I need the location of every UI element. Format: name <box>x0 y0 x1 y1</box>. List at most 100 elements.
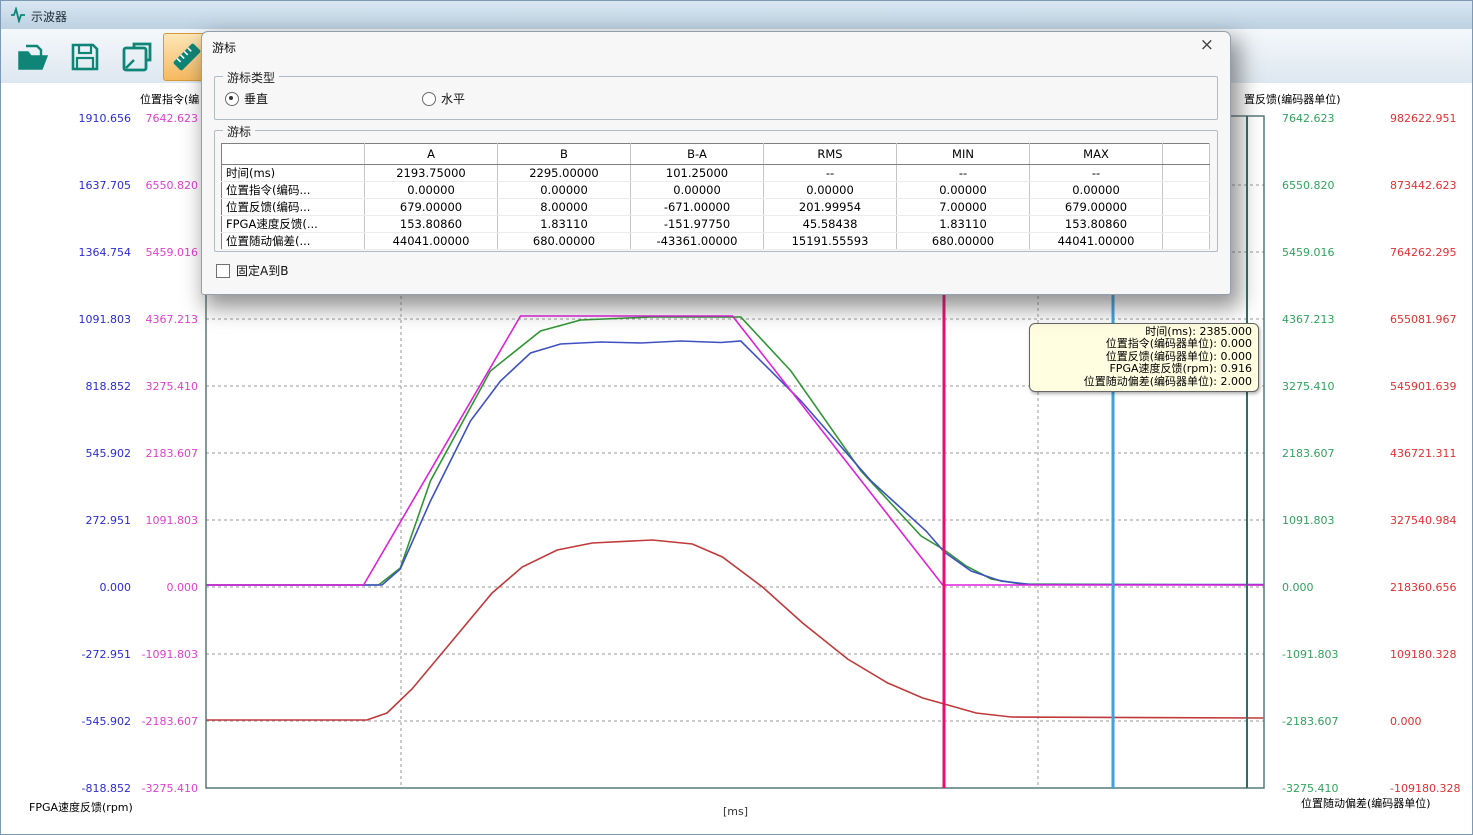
table-row[interactable]: 位置反馈(编码...679.000008.00000-671.00000201.… <box>222 199 1210 216</box>
feedback-tick-label: 2183.607 <box>1282 447 1335 460</box>
speed-tick-label: -272.951 <box>69 648 131 661</box>
app-window: 示波器 <box>0 0 1473 835</box>
cursor-measurement-table[interactable]: ABB-ARMSMINMAX时间(ms)2193.750002295.00000… <box>221 143 1210 250</box>
error-tick-label: 0.000 <box>1390 715 1422 728</box>
table-header: RMS <box>764 144 897 165</box>
row-value: 8.00000 <box>498 199 631 216</box>
row-value: 679.00000 <box>365 199 498 216</box>
error-tick-label: -109180.328 <box>1390 782 1460 795</box>
command-tick-label: 6550.820 <box>136 179 198 192</box>
row-label: 时间(ms) <box>222 165 365 182</box>
speed-tick-label: 1364.754 <box>69 246 131 259</box>
radio-horizontal-label: 水平 <box>441 90 465 107</box>
fb-axis-title: 置反馈(编码器单位) <box>1244 91 1341 107</box>
table-header: B-A <box>631 144 764 165</box>
command-tick-label: -1091.803 <box>136 648 198 661</box>
command-tick-label: 5459.016 <box>136 246 198 259</box>
row-label: 位置指令(编码... <box>222 182 365 199</box>
row-value: 15191.55593 <box>764 233 897 250</box>
speed-tick-label: 0.000 <box>69 581 131 594</box>
close-icon[interactable]: × <box>1200 37 1214 54</box>
command-tick-label: 7642.623 <box>136 112 198 125</box>
table-row[interactable]: 位置随动偏差(...44041.00000680.00000-43361.000… <box>222 233 1210 250</box>
error-tick-label: 655081.967 <box>1390 313 1456 326</box>
row-value: 0.00000 <box>365 182 498 199</box>
row-value: -- <box>764 165 897 182</box>
radio-vertical[interactable]: 垂直 <box>225 90 268 107</box>
command-tick-label: 3275.410 <box>136 380 198 393</box>
row-value <box>1163 182 1210 199</box>
err-axis-title: 位置随动偏差(编码器单位) <box>1301 795 1431 811</box>
row-value: -43361.00000 <box>631 233 764 250</box>
table-header <box>1163 144 1210 165</box>
row-label: 位置反馈(编码... <box>222 199 365 216</box>
row-value: 44041.00000 <box>1030 233 1163 250</box>
row-value: 153.80860 <box>1030 216 1163 233</box>
cursor-type-group-label: 游标类型 <box>223 69 279 86</box>
row-value <box>1163 216 1210 233</box>
tooltip-line: 位置指令(编码器单位): 0.000 <box>1034 338 1252 350</box>
table-header: A <box>365 144 498 165</box>
fix-a-to-b-checkbox[interactable]: 固定A到B <box>216 262 288 279</box>
table-row[interactable]: 时间(ms)2193.750002295.00000101.25000-----… <box>222 165 1210 182</box>
row-value: 2295.00000 <box>498 165 631 182</box>
table-row[interactable]: 位置指令(编码...0.000000.000000.000000.000000.… <box>222 182 1210 199</box>
error-tick-label: 764262.295 <box>1390 246 1456 259</box>
command-tick-label: 4367.213 <box>136 313 198 326</box>
cursor-dialog[interactable]: 游标 × 游标类型 垂直 水平 游标 ABB-ARMSMINMAX时间(ms)2… <box>201 31 1231 295</box>
row-value: 201.99954 <box>764 199 897 216</box>
row-value: 0.00000 <box>631 182 764 199</box>
table-row[interactable]: FPGA速度反馈(...153.808601.83110-151.9775045… <box>222 216 1210 233</box>
row-value: 0.00000 <box>1030 182 1163 199</box>
error-tick-label: 109180.328 <box>1390 648 1456 661</box>
row-value: 0.00000 <box>498 182 631 199</box>
row-value: 679.00000 <box>1030 199 1163 216</box>
speed-tick-label: 545.902 <box>69 447 131 460</box>
row-value: -- <box>1030 165 1163 182</box>
feedback-tick-label: 5459.016 <box>1282 246 1335 259</box>
feedback-tick-label: 1091.803 <box>1282 514 1335 527</box>
command-tick-label: -2183.607 <box>136 715 198 728</box>
row-value: 680.00000 <box>897 233 1030 250</box>
command-tick-label: 2183.607 <box>136 447 198 460</box>
speed-axis-title: FPGA速度反馈(rpm) <box>29 799 133 815</box>
row-value: 153.80860 <box>365 216 498 233</box>
tooltip-line: 位置随动偏差(编码器单位): 2.000 <box>1034 376 1252 388</box>
cursor-values-group: 游标 ABB-ARMSMINMAX时间(ms)2193.750002295.00… <box>214 130 1218 252</box>
feedback-tick-label: 7642.623 <box>1282 112 1335 125</box>
row-value: 7.00000 <box>897 199 1030 216</box>
feedback-tick-label: 4367.213 <box>1282 313 1335 326</box>
radio-horizontal[interactable]: 水平 <box>422 90 465 107</box>
command-tick-label: -3275.410 <box>136 782 198 795</box>
error-tick-label: 327540.984 <box>1390 514 1456 527</box>
feedback-tick-label: 0.000 <box>1282 581 1314 594</box>
row-value <box>1163 199 1210 216</box>
error-tick-label: 436721.311 <box>1390 447 1456 460</box>
hover-tooltip: 时间(ms): 2385.000位置指令(编码器单位): 0.000位置反馈(编… <box>1029 323 1259 392</box>
tooltip-line: FPGA速度反馈(rpm): 0.916 <box>1034 363 1252 375</box>
row-value: -671.00000 <box>631 199 764 216</box>
row-value: 1.83110 <box>897 216 1030 233</box>
row-value: 0.00000 <box>897 182 1030 199</box>
cmd-axis-title: 位置指令(编 <box>140 91 199 107</box>
feedback-tick-label: -2183.607 <box>1282 715 1338 728</box>
speed-tick-label: -545.902 <box>69 715 131 728</box>
radio-vertical-label: 垂直 <box>244 90 268 107</box>
series-err <box>207 540 1264 720</box>
row-value: 1.83110 <box>498 216 631 233</box>
cursor-group-label: 游标 <box>223 123 255 140</box>
feedback-tick-label: -1091.803 <box>1282 648 1338 661</box>
row-label: FPGA速度反馈(... <box>222 216 365 233</box>
row-value: 101.25000 <box>631 165 764 182</box>
row-value: 680.00000 <box>498 233 631 250</box>
speed-tick-label: 1637.705 <box>69 179 131 192</box>
cursor-type-group: 游标类型 垂直 水平 <box>214 76 1218 120</box>
feedback-tick-label: -3275.410 <box>1282 782 1338 795</box>
row-value: 0.00000 <box>764 182 897 199</box>
command-tick-label: 0.000 <box>136 581 198 594</box>
checkbox-icon <box>216 264 230 278</box>
table-header: B <box>498 144 631 165</box>
row-value: -- <box>897 165 1030 182</box>
row-value: 45.58438 <box>764 216 897 233</box>
radio-dot <box>422 92 436 106</box>
